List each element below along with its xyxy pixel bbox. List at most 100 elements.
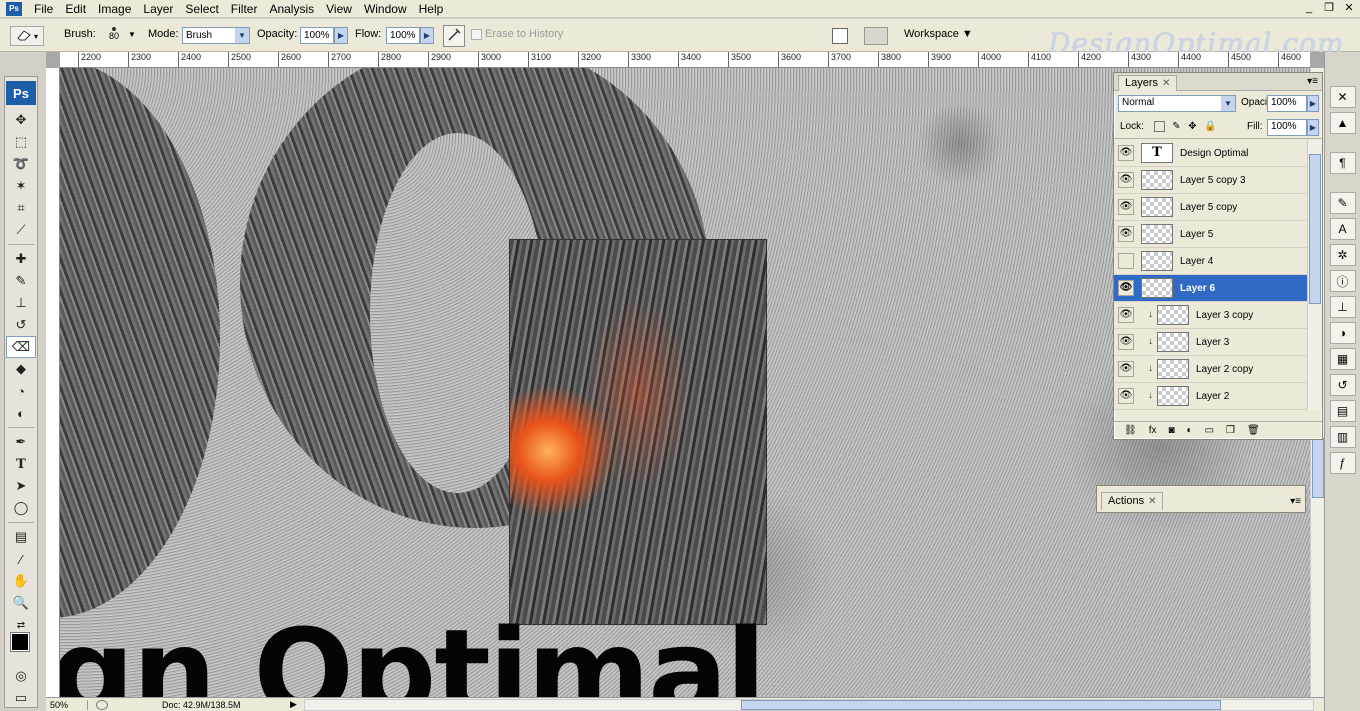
mode-select[interactable]: Brush ▼: [182, 27, 250, 44]
menu-filter[interactable]: Filter: [225, 0, 264, 18]
status-menu-arrow-icon[interactable]: ▶: [290, 699, 297, 710]
channels-icon[interactable]: ▥: [1329, 426, 1356, 448]
minimize-button[interactable]: _: [1302, 1, 1316, 15]
fill-slider-button[interactable]: ▶: [1307, 119, 1319, 136]
add-mask-icon[interactable]: ◙: [1168, 425, 1174, 436]
move-tool-icon[interactable]: ✥: [6, 109, 36, 131]
menu-analysis[interactable]: Analysis: [263, 0, 320, 18]
tool-preset-picker[interactable]: ▾: [10, 26, 44, 46]
brush-tool-icon[interactable]: ✎: [6, 270, 36, 292]
swatches-icon[interactable]: ▦: [1329, 348, 1356, 370]
styles-icon[interactable]: ƒ: [1329, 452, 1356, 474]
airbrush-button[interactable]: [443, 25, 465, 47]
menu-image[interactable]: Image: [92, 0, 137, 18]
history-icon[interactable]: ↺: [1329, 374, 1356, 396]
visibility-eye-icon[interactable]: 👁: [1118, 199, 1134, 215]
palette-well-icon[interactable]: [832, 28, 848, 44]
layer-row[interactable]: 👁 Layer 5 copy 3: [1114, 167, 1308, 194]
layer-row[interactable]: 👁 ↓ Layer 2 copy: [1114, 356, 1308, 383]
layer-opacity-slider-button[interactable]: ▶: [1307, 95, 1319, 112]
layer-row[interactable]: 👁 Layer 5 copy: [1114, 194, 1308, 221]
flow-slider-button[interactable]: ▶: [420, 27, 434, 44]
opacity-input[interactable]: 100%: [300, 27, 334, 44]
new-layer-icon[interactable]: ❐: [1226, 425, 1235, 436]
layer-style-icon[interactable]: fx: [1149, 425, 1157, 436]
type-tool-icon[interactable]: T: [6, 453, 36, 475]
close-button[interactable]: ✕: [1342, 1, 1356, 15]
zoom-level[interactable]: 50%: [46, 699, 88, 710]
lasso-tool-icon[interactable]: ➰: [6, 153, 36, 175]
hand-tool-icon[interactable]: ✋: [6, 570, 36, 592]
zoom-tool-icon[interactable]: 🔍: [6, 592, 36, 614]
visibility-eye-icon[interactable]: 👁: [1118, 334, 1134, 350]
eyedropper-tool-icon[interactable]: ⁄: [6, 548, 36, 570]
erase-to-history-checkbox[interactable]: [471, 28, 482, 40]
histogram-icon[interactable]: ▲: [1329, 112, 1356, 134]
magic-wand-tool-icon[interactable]: ✶: [6, 175, 36, 197]
menu-edit[interactable]: Edit: [59, 0, 92, 18]
tab-actions[interactable]: Actions ✕: [1101, 492, 1164, 510]
layer-row[interactable]: 👁 Layer 5: [1114, 221, 1308, 248]
paragraph-icon[interactable]: ¶: [1329, 152, 1356, 174]
notes-tool-icon[interactable]: ▤: [6, 526, 36, 548]
visibility-toggle-hidden[interactable]: [1118, 253, 1134, 269]
menu-select[interactable]: Select: [179, 0, 224, 18]
path-selection-tool-icon[interactable]: ➤: [6, 475, 36, 497]
blur-tool-icon[interactable]: ◔: [6, 380, 36, 402]
layer-row[interactable]: 👁 ↓ Layer 3 copy: [1114, 302, 1308, 329]
lock-transparency-icon[interactable]: [1154, 121, 1165, 132]
brushes-icon[interactable]: ✎: [1329, 192, 1356, 214]
tab-layers[interactable]: Layers ✕: [1118, 75, 1178, 91]
clone-stamp-tool-icon[interactable]: ⊥: [6, 292, 36, 314]
visibility-eye-icon[interactable]: 👁: [1118, 307, 1134, 323]
healing-brush-tool-icon[interactable]: ✚: [6, 248, 36, 270]
scrollbar-thumb[interactable]: [1312, 438, 1324, 498]
erase-to-history-option[interactable]: Erase to History: [471, 28, 563, 40]
menu-help[interactable]: Help: [413, 0, 450, 18]
brush-dropdown-icon[interactable]: ▼: [128, 30, 136, 39]
clone-source-icon[interactable]: ⊥: [1329, 296, 1356, 318]
lock-pixels-icon[interactable]: ✎: [1171, 121, 1182, 132]
dodge-tool-icon[interactable]: ◐: [6, 402, 36, 424]
new-group-icon[interactable]: ▭: [1205, 425, 1214, 436]
visibility-eye-icon[interactable]: 👁: [1118, 280, 1134, 296]
eraser-tool-icon[interactable]: ⌫: [6, 336, 36, 358]
panel-menu-icon[interactable]: ▾≡: [1290, 496, 1301, 507]
foreground-color-swatch[interactable]: [10, 632, 30, 652]
color-icon[interactable]: ◑: [1329, 322, 1356, 344]
adjustment-layer-icon[interactable]: ◐: [1187, 425, 1193, 436]
close-icon[interactable]: ✕: [1162, 78, 1170, 89]
layers-scrollbar[interactable]: [1307, 140, 1322, 410]
paint-bucket-tool-icon[interactable]: ◆: [6, 358, 36, 380]
paths-icon[interactable]: ▤: [1329, 400, 1356, 422]
screen-mode-icon[interactable]: ▭: [6, 687, 36, 709]
restore-button[interactable]: ❐: [1322, 1, 1336, 15]
bridge-button[interactable]: [864, 27, 888, 45]
marquee-tool-icon[interactable]: ⬚: [6, 131, 36, 153]
delete-layer-icon[interactable]: 🗑: [1247, 425, 1260, 436]
character-icon[interactable]: A: [1329, 218, 1356, 240]
flow-input[interactable]: 100%: [386, 27, 420, 44]
horizontal-scrollbar[interactable]: [304, 699, 1314, 711]
blend-mode-select[interactable]: Normal ▼: [1118, 95, 1236, 112]
scrollbar-thumb[interactable]: [741, 700, 1221, 710]
brush-picker[interactable]: 80: [103, 25, 125, 47]
menu-window[interactable]: Window: [358, 0, 413, 18]
visibility-eye-icon[interactable]: 👁: [1118, 388, 1134, 404]
crop-tool-icon[interactable]: ⌗: [6, 197, 36, 219]
layer-row[interactable]: Layer 4: [1114, 248, 1308, 275]
slice-tool-icon[interactable]: ⟋: [6, 219, 36, 241]
visibility-eye-icon[interactable]: 👁: [1118, 361, 1134, 377]
info-icon[interactable]: ⓘ: [1329, 270, 1356, 292]
tool-presets-icon[interactable]: ✲: [1329, 244, 1356, 266]
opacity-slider-button[interactable]: ▶: [334, 27, 348, 44]
link-layers-icon[interactable]: ⛓: [1124, 425, 1137, 436]
layer-opacity-input[interactable]: 100%: [1267, 95, 1307, 112]
layer-row[interactable]: 👁 ↓ Layer 2: [1114, 383, 1308, 410]
menu-view[interactable]: View: [320, 0, 358, 18]
visibility-eye-icon[interactable]: 👁: [1118, 172, 1134, 188]
history-brush-tool-icon[interactable]: ↺: [6, 314, 36, 336]
panel-menu-icon[interactable]: ▾≡: [1307, 76, 1318, 87]
navigator-icon[interactable]: ✕: [1329, 86, 1356, 108]
shape-tool-icon[interactable]: ◯: [6, 497, 36, 519]
